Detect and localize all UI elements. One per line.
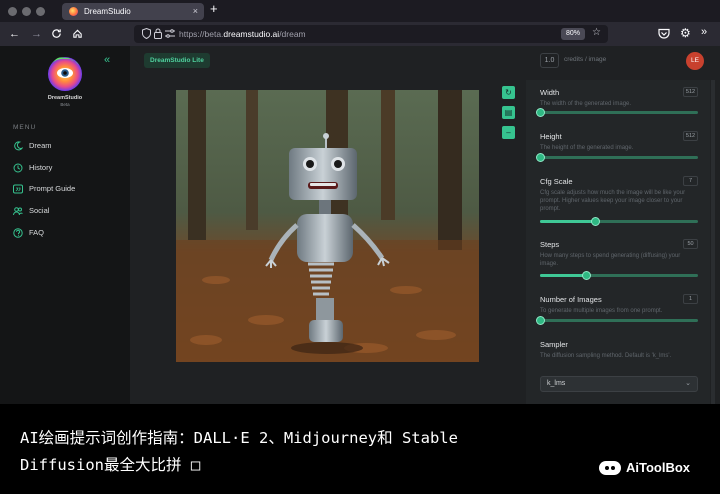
history-icon	[13, 163, 23, 173]
sidebar-item-label: FAQ	[29, 228, 45, 237]
cfg-scale-value[interactable]: 7	[683, 176, 698, 186]
collapse-sidebar-icon[interactable]: «	[104, 54, 110, 66]
sidebar-item-prompt-guide[interactable]: Prompt Guide	[13, 182, 75, 196]
forward-arrow-icon[interactable]: →	[31, 27, 42, 41]
back-arrow-icon[interactable]: ←	[9, 27, 20, 41]
height-value[interactable]: 512	[683, 131, 698, 141]
close-window-button[interactable]	[8, 7, 17, 16]
sidebar-item-label: Dream	[29, 141, 52, 150]
sidebar-item-label: Social	[29, 206, 50, 215]
url-path: /dream	[279, 29, 306, 39]
browser-tab-bar: DreamStudio × +	[0, 0, 720, 22]
lock-icon[interactable]	[154, 28, 162, 39]
number-of-images-label: Number of Images	[540, 295, 602, 304]
permissions-icon[interactable]	[165, 29, 175, 38]
browser-toolbar: ← → https://beta.dreamstudio.ai/dream 80…	[0, 22, 720, 46]
options-tool-icon[interactable]: –	[502, 126, 515, 139]
dreamstudio-app: DreamStudio Beta MENU Dream History Prom…	[0, 46, 720, 404]
width-slider-knob[interactable]	[536, 108, 545, 117]
sidebar-item-label: History	[29, 163, 53, 172]
cfg-scale-slider[interactable]	[540, 217, 698, 226]
caption-banner: AI绘画提示词创作指南：DALL·E 2、Midjourney和 Stable …	[0, 404, 720, 494]
sampler-description: The diffusion sampling method. Default i…	[540, 353, 672, 359]
sidebar: DreamStudio Beta MENU Dream History Prom…	[0, 46, 130, 404]
brand-subtitle: Beta	[60, 102, 70, 107]
number-of-images-description: To generate multiple images from one pro…	[540, 308, 663, 314]
quote-icon	[13, 184, 23, 194]
dreamstudio-lite-pill[interactable]: DreamStudio Lite	[144, 53, 210, 68]
credits-label: credits / image	[564, 56, 607, 63]
cfg-scale-label: Cfg Scale	[540, 177, 573, 186]
address-bar[interactable]: https://beta.dreamstudio.ai/dream 80% ☆	[134, 25, 608, 43]
user-avatar[interactable]: LE	[686, 52, 704, 70]
sidebar-item-dream[interactable]: Dream	[13, 139, 52, 153]
settings-gear-icon[interactable]: ⚙	[680, 26, 691, 40]
aitoolbox-logo: AiToolBox	[599, 458, 690, 478]
steps-description: How many steps to spend generating (diff…	[540, 253, 681, 267]
url-text[interactable]: https://beta.dreamstudio.ai/dream	[179, 29, 306, 39]
width-value[interactable]: 512	[683, 87, 698, 97]
caption-text: AI绘画提示词创作指南：DALL·E 2、Midjourney和 Stable …	[20, 429, 458, 474]
sidebar-item-faq[interactable]: FAQ	[13, 226, 44, 240]
number-of-images-slider[interactable]	[536, 316, 698, 325]
url-prefix: https://beta.	[179, 29, 224, 39]
users-icon	[13, 207, 23, 216]
chevron-down-icon: ⌄	[685, 380, 691, 387]
reload-icon[interactable]	[51, 28, 62, 39]
settings-panel: Width 512 The width of the generated ima…	[526, 80, 710, 404]
new-tab-button[interactable]: +	[210, 1, 218, 16]
question-icon	[13, 228, 23, 238]
sidebar-item-social[interactable]: Social	[13, 204, 49, 218]
dreamstudio-favicon-icon	[69, 7, 78, 16]
pocket-icon[interactable]	[658, 28, 670, 39]
sampler-selected-value: k_lms	[547, 380, 566, 387]
steps-value[interactable]: 50	[683, 239, 698, 249]
close-tab-icon[interactable]: ×	[193, 3, 198, 20]
settings-scrollbar[interactable]	[711, 80, 715, 404]
download-tool-icon[interactable]: ▤	[502, 106, 515, 119]
sidebar-item-label: Prompt Guide	[29, 184, 76, 193]
steps-label: Steps	[540, 240, 560, 249]
height-label: Height	[540, 132, 562, 141]
shield-icon[interactable]	[142, 28, 151, 39]
dreamstudio-logo-icon	[48, 57, 82, 91]
steps-slider[interactable]	[540, 271, 698, 280]
zoom-window-button[interactable]	[36, 7, 45, 16]
tab-title: DreamStudio	[84, 7, 131, 16]
width-slider[interactable]	[536, 108, 698, 117]
sampler-label: Sampler	[540, 340, 568, 349]
height-slider[interactable]	[536, 153, 698, 162]
moon-icon	[14, 141, 23, 151]
height-description: The height of the generated image.	[540, 145, 634, 151]
bookmark-star-icon[interactable]: ☆	[592, 27, 601, 38]
aitoolbox-brand: AiToolBox	[626, 460, 691, 475]
generated-image[interactable]	[176, 90, 479, 362]
steps-slider-knob[interactable]	[581, 271, 591, 280]
width-label: Width	[540, 88, 560, 97]
sidebar-item-history[interactable]: History	[13, 161, 52, 175]
upscale-tool-icon[interactable]: ↻	[502, 86, 515, 99]
overflow-menu-icon[interactable]: »	[701, 25, 707, 39]
width-description: The width of the generated image.	[540, 101, 632, 107]
number-of-images-value[interactable]: 1	[683, 294, 698, 304]
cfg-scale-description: Cfg scale adjusts how much the image wil…	[540, 190, 686, 212]
credits-value: 1.0	[540, 53, 559, 68]
chat-bubble-icon	[599, 461, 621, 475]
sampler-select[interactable]: k_lms ⌄	[540, 376, 698, 392]
zoom-level-badge[interactable]: 80%	[561, 28, 585, 40]
browser-tab[interactable]: DreamStudio ×	[62, 3, 204, 20]
number-of-images-slider-knob[interactable]	[536, 316, 545, 325]
menu-heading: MENU	[13, 124, 37, 131]
home-icon[interactable]	[72, 28, 83, 39]
minimize-window-button[interactable]	[22, 7, 31, 16]
cfg-scale-slider-knob[interactable]	[591, 217, 601, 226]
brand-name: DreamStudio	[47, 95, 83, 101]
url-domain: dreamstudio.ai	[223, 29, 280, 39]
height-slider-knob[interactable]	[536, 153, 545, 162]
